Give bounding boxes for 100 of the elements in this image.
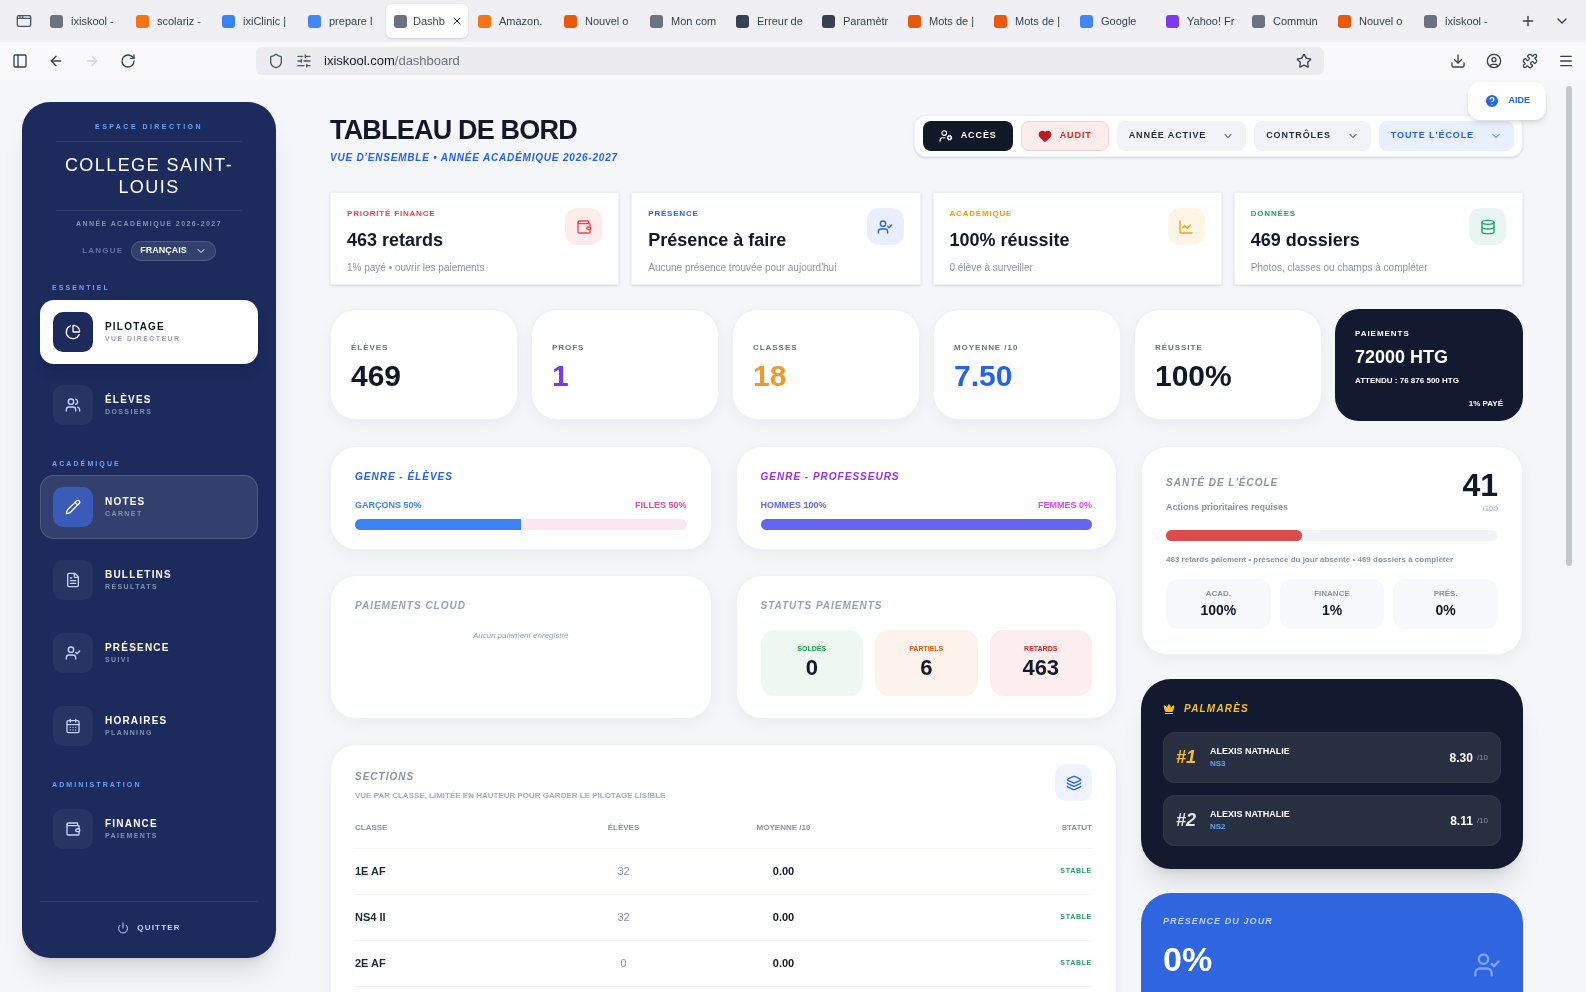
browser-tab[interactable]: Yahoo! Fr bbox=[1158, 4, 1242, 38]
calendar-icon bbox=[53, 706, 93, 746]
account-icon[interactable] bbox=[1486, 53, 1502, 69]
tab-title: ixiClinic | bbox=[243, 13, 287, 29]
table-cell-text: 0 bbox=[619, 956, 628, 972]
filter-select[interactable]: CONTRÔLES bbox=[1254, 121, 1371, 151]
student-score: 8.30 bbox=[1449, 749, 1473, 767]
browser-tab[interactable]: Nouvel o bbox=[1330, 4, 1414, 38]
filter-select[interactable]: ANNÉE ACTIVE bbox=[1116, 121, 1247, 151]
alert-card[interactable]: ACADÉMIQUE 100% réussite 0 élève à surveiller bbox=[932, 192, 1222, 285]
tab-title: ixiskool - bbox=[71, 13, 114, 29]
new-tab-icon[interactable] bbox=[1520, 13, 1536, 29]
browser-tab[interactable]: Amazon. bbox=[470, 4, 554, 38]
tab-title: Google bbox=[1101, 13, 1137, 29]
column-header: MOYENNE /10 bbox=[755, 822, 812, 834]
sidebar-toggle-icon[interactable] bbox=[12, 53, 28, 69]
ranking-row[interactable]: #2 ALEXIS NATHALIE NS2 8.11 /10 bbox=[1163, 795, 1501, 846]
browser-tab[interactable]: ixiskool - bbox=[42, 4, 126, 38]
help-button[interactable]: AIDE bbox=[1468, 82, 1546, 120]
audit-button[interactable]: AUDIT bbox=[1020, 121, 1109, 151]
card-title: PALMARÈS bbox=[1184, 701, 1249, 716]
user-check-icon bbox=[53, 633, 93, 673]
browser-tab[interactable]: Google bbox=[1072, 4, 1156, 38]
tab-title: Erreur de bbox=[757, 13, 803, 29]
scrollbar-thumb[interactable] bbox=[1566, 86, 1572, 566]
scope-select[interactable]: TOUTE L'ÉCOLE bbox=[1378, 121, 1514, 151]
wallet-icon bbox=[53, 808, 93, 849]
layers-button[interactable] bbox=[1055, 764, 1092, 801]
tab-overview-icon[interactable] bbox=[16, 13, 32, 29]
access-button[interactable]: ACCÈS bbox=[922, 121, 1013, 151]
alert-card[interactable]: DONNÉES 469 dossiers Photos, classes ou champs à compléter bbox=[1233, 192, 1523, 285]
language-select[interactable]: FRANÇAIS bbox=[131, 241, 216, 261]
card-title: PAIEMENTS CLOUD bbox=[355, 599, 467, 613]
nav-label: FINANCE bbox=[105, 816, 158, 831]
browser-tab[interactable]: prepare l bbox=[300, 4, 384, 38]
bookmark-star-icon[interactable] bbox=[1296, 53, 1312, 69]
tab-title: prepare l bbox=[329, 13, 373, 29]
tab-title: Nouvel o bbox=[1359, 13, 1403, 29]
browser-tab[interactable]: ixiskool - bbox=[1416, 4, 1500, 38]
address-bar[interactable]: ixiskool.com/dashboard bbox=[256, 47, 1324, 75]
pie-chart-icon bbox=[53, 311, 93, 352]
alert-note: Photos, classes ou champs à compléter bbox=[1250, 261, 1428, 275]
browser-tab[interactable]: Commun bbox=[1244, 4, 1328, 38]
alert-card[interactable]: PRIORITÉ FINANCE 463 retards 1% payé • ouvrir les paiements bbox=[330, 192, 620, 285]
sliders-icon[interactable] bbox=[296, 53, 312, 69]
table-cell-text: 2E AF bbox=[355, 956, 387, 972]
table-cell-text: 0.00 bbox=[771, 910, 796, 926]
extensions-icon[interactable] bbox=[1522, 53, 1538, 69]
download-icon[interactable] bbox=[1450, 53, 1466, 69]
shield-icon[interactable] bbox=[268, 53, 284, 69]
tab-title: Amazon. bbox=[499, 13, 543, 29]
browser-tab[interactable]: Mots de | bbox=[986, 4, 1070, 38]
browser-tab[interactable]: Mon com bbox=[642, 4, 726, 38]
nav-label: PILOTAGE bbox=[105, 319, 166, 334]
wallet-icon bbox=[565, 208, 603, 245]
tab-title: Mots de | bbox=[1015, 13, 1061, 29]
alert-note: 0 élève à surveiller bbox=[949, 261, 1034, 275]
payment-amount: 72000 HTG bbox=[1355, 346, 1450, 369]
alert-card[interactable]: PRÉSENCE Présence à faire Aucune présence trouvée pour aujourd'hui bbox=[631, 192, 921, 285]
gender-left-label: HOMMES 100% bbox=[760, 499, 827, 512]
ranking-row[interactable]: #1 ALEXIS NATHALIE NS3 8.30 /10 bbox=[1163, 732, 1501, 783]
user-check-icon bbox=[866, 208, 904, 245]
status-value: 6 bbox=[920, 654, 933, 683]
browser-tab[interactable]: Erreur de bbox=[728, 4, 812, 38]
empty-message: Aucun paiement enregistré bbox=[471, 630, 570, 642]
health-max: /100 bbox=[1482, 503, 1498, 515]
school-name: COLLEGE SAINT-LOUIS bbox=[63, 153, 235, 198]
alert-title: Présence à faire bbox=[648, 229, 788, 252]
tab-title: ixiskool - bbox=[1445, 13, 1488, 29]
layers-icon bbox=[1065, 774, 1082, 791]
database-icon bbox=[1469, 208, 1506, 245]
stat-value: 469 bbox=[351, 358, 403, 394]
column-header: ÉLÈVES bbox=[606, 822, 641, 834]
stat-label: MOYENNE /10 bbox=[954, 342, 1020, 354]
browser-tab[interactable]: Mots de | bbox=[900, 4, 984, 38]
metric-label: ACAD. bbox=[1205, 587, 1231, 600]
alert-title: 469 dossiers bbox=[1250, 229, 1361, 252]
browser-tab[interactable]: Paramètr bbox=[814, 4, 898, 38]
logout-button[interactable]: QUITTER bbox=[40, 922, 258, 934]
payment-paid: 1% PAYÉ bbox=[1468, 398, 1503, 410]
browser-tab[interactable]: Dashb bbox=[386, 4, 468, 38]
line-chart-icon bbox=[1167, 208, 1205, 245]
card-title: SANTÉ DE L'ÉCOLE bbox=[1166, 475, 1280, 490]
table-cell-text: 32 bbox=[616, 864, 631, 880]
stat-value: 100% bbox=[1155, 358, 1233, 394]
language-label: LANGUE bbox=[82, 245, 124, 257]
table-cell-text: NS4 II bbox=[355, 910, 387, 926]
reload-icon[interactable] bbox=[120, 53, 136, 69]
metric-value: 1% bbox=[1321, 600, 1343, 620]
menu-icon[interactable] bbox=[1558, 53, 1574, 69]
health-summary: 463 retards paiement • présence du jour absente • 469 dossiers à compléter bbox=[1166, 554, 1455, 566]
back-icon[interactable] bbox=[48, 53, 64, 69]
browser-tab[interactable]: scolariz - bbox=[128, 4, 212, 38]
alert-title: 100% réussite bbox=[949, 229, 1070, 252]
metric-label: PRÉS. bbox=[1433, 587, 1458, 600]
gender-title: GENRE - ÉLÈVES bbox=[355, 469, 454, 484]
browser-tab[interactable]: ixiClinic | bbox=[214, 4, 298, 38]
pencil-icon bbox=[53, 487, 93, 527]
gender-right-label: FEMMES 0% bbox=[1038, 499, 1092, 512]
browser-tab[interactable]: Nouvel o bbox=[556, 4, 640, 38]
